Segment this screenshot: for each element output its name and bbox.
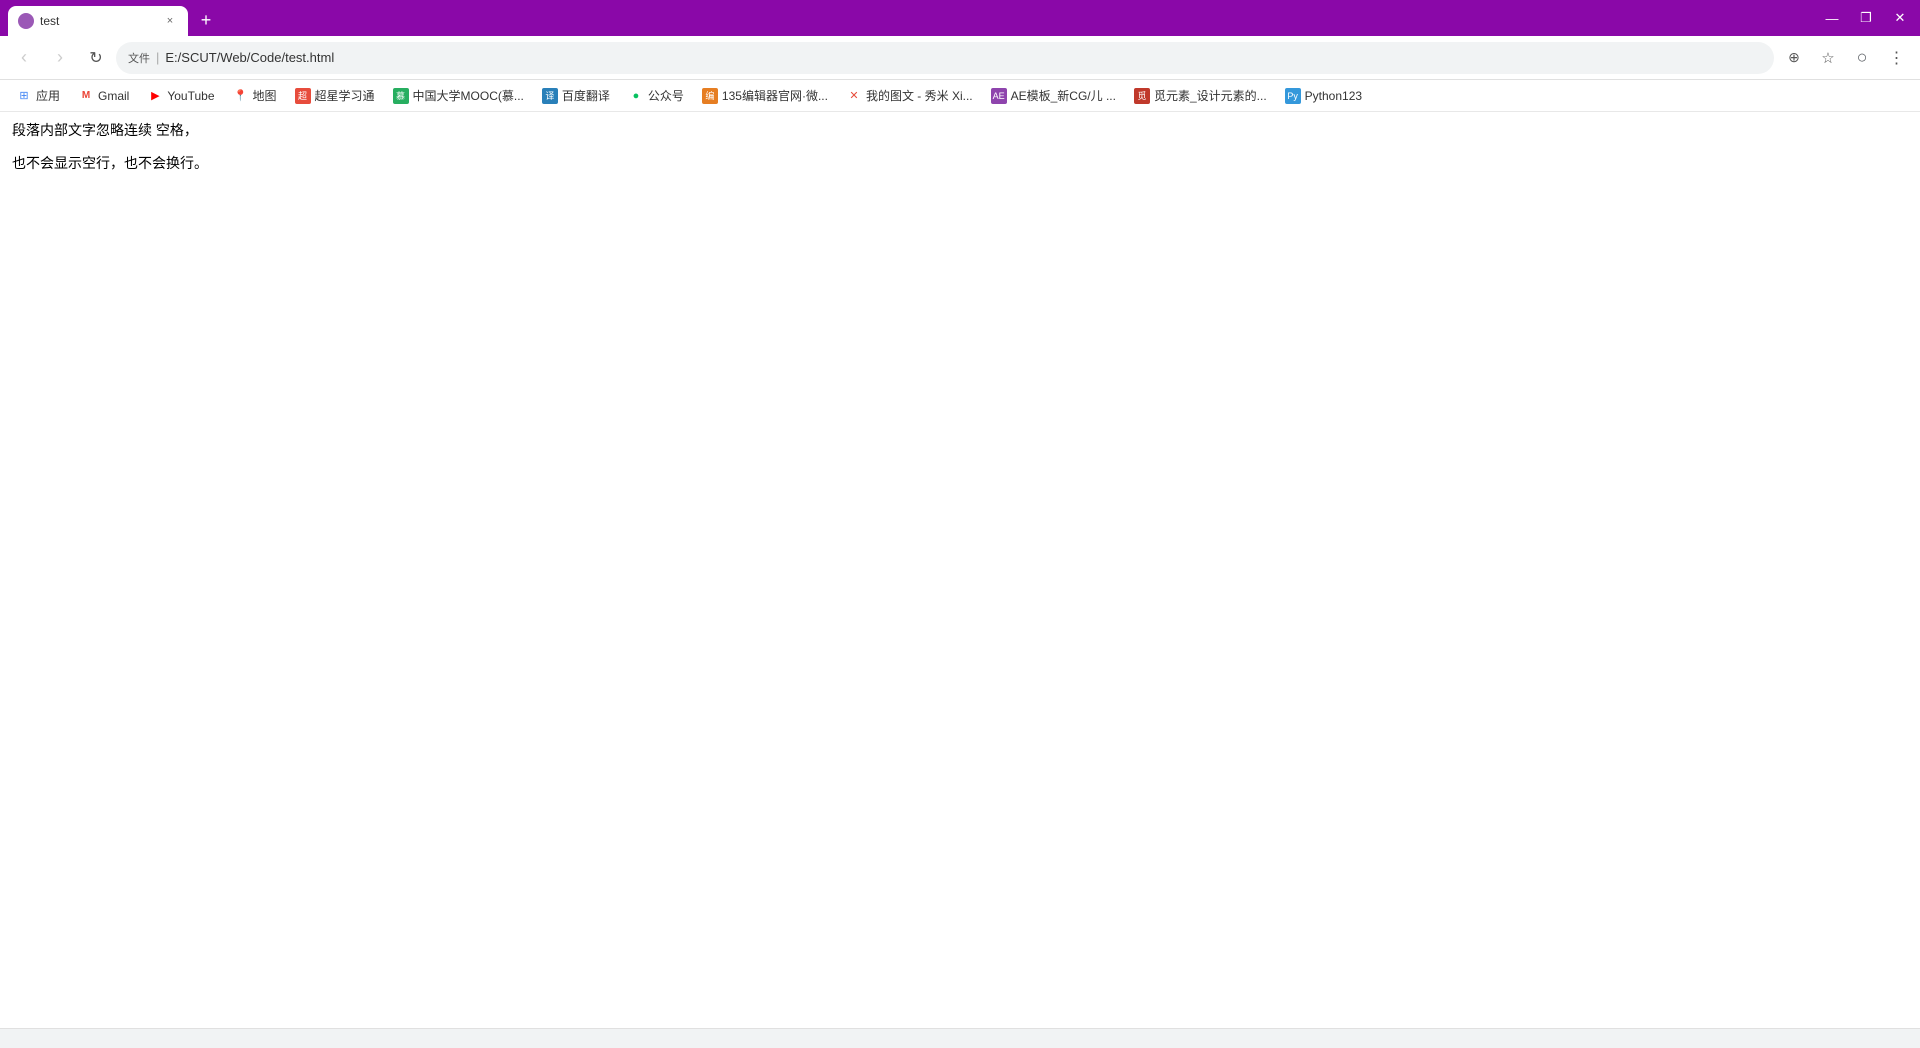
gongzhonghao-icon: ● xyxy=(628,88,644,104)
xiumi-icon: ✕ xyxy=(846,88,862,104)
refresh-button[interactable]: ↻ xyxy=(80,42,112,74)
bookmark-xiumi[interactable]: ✕ 我的图文 - 秀米 Xi... xyxy=(838,84,981,107)
bookmark-apps-label: 应用 xyxy=(36,87,60,104)
secure-icon: 文件 xyxy=(128,50,150,66)
maps-icon: 📍 xyxy=(233,88,249,104)
active-tab[interactable]: test × xyxy=(8,6,188,36)
bookmark-yuansu[interactable]: 觅 觅元素_设计元素的... xyxy=(1126,84,1275,107)
tab-close-button[interactable]: × xyxy=(162,13,178,29)
bookmark-ae-templates[interactable]: AE AE模板_新CG/儿 ... xyxy=(983,84,1124,107)
address-separator: | xyxy=(156,50,159,65)
apps-icon: ⊞ xyxy=(16,88,32,104)
bookmark-yuansu-label: 觅元素_设计元素的... xyxy=(1154,87,1267,104)
tab-strip: test × + xyxy=(0,0,220,36)
bookmark-python123[interactable]: Py Python123 xyxy=(1277,85,1370,107)
minimize-button[interactable]: — xyxy=(1816,4,1848,32)
forward-button[interactable]: › xyxy=(44,42,76,74)
bookmark-youtube[interactable]: ▶ YouTube xyxy=(139,85,222,107)
back-button[interactable]: ‹ xyxy=(8,42,40,74)
bookmark-gmail-label: Gmail xyxy=(98,89,129,103)
bookmark-chaoxing[interactable]: 超 超星学习通 xyxy=(287,84,383,107)
bookmark-baidu-translate[interactable]: 译 百度翻译 xyxy=(534,84,618,107)
browser-window: test × + — ❐ ✕ ‹ › ↻ 文件 | E:/SCUT/Web/Co… xyxy=(0,0,1920,1048)
forward-icon: › xyxy=(57,47,63,68)
bookmark-mooc-label: 中国大学MOOC(慕... xyxy=(413,87,524,104)
profile-icon: ○ xyxy=(1857,47,1868,68)
baidu-translate-icon: 译 xyxy=(542,88,558,104)
python123-icon: Py xyxy=(1285,88,1301,104)
editor135-icon: 编 xyxy=(702,88,718,104)
menu-icon: ⋮ xyxy=(1889,48,1904,68)
bookmark-maps-label: 地图 xyxy=(253,87,277,104)
star-icon: ☆ xyxy=(1821,49,1834,67)
bookmark-ae-templates-label: AE模板_新CG/儿 ... xyxy=(1011,87,1116,104)
maximize-button[interactable]: ❐ xyxy=(1850,4,1882,32)
page-line1: 段落内部文字忽略连续 空格， xyxy=(12,120,1908,141)
page-content: 段落内部文字忽略连续 空格， 也不会显示空行，也不会换行。 xyxy=(0,112,1920,1028)
bookmark-editor135-label: 135编辑器官网·微... xyxy=(722,87,828,104)
tab-favicon xyxy=(18,13,34,29)
bookmark-editor135[interactable]: 编 135编辑器官网·微... xyxy=(694,84,836,107)
bookmark-gongzhonghao[interactable]: ● 公众号 xyxy=(620,84,692,107)
bookmark-apps[interactable]: ⊞ 应用 xyxy=(8,84,68,107)
bookmark-chaoxing-label: 超星学习通 xyxy=(315,87,375,104)
window-controls: — ❐ ✕ xyxy=(1816,4,1920,32)
bookmark-gmail[interactable]: M Gmail xyxy=(70,85,137,107)
bookmark-youtube-label: YouTube xyxy=(167,89,214,103)
statusbar xyxy=(0,1028,1920,1048)
translate-icon: ⊕ xyxy=(1788,49,1800,66)
youtube-icon: ▶ xyxy=(147,88,163,104)
bookmark-python123-label: Python123 xyxy=(1305,89,1362,103)
tab-title: test xyxy=(40,14,156,28)
bookmark-mooc[interactable]: 慕 中国大学MOOC(慕... xyxy=(385,84,532,107)
close-button[interactable]: ✕ xyxy=(1884,4,1916,32)
yuansu-icon: 觅 xyxy=(1134,88,1150,104)
menu-button[interactable]: ⋮ xyxy=(1880,42,1912,74)
titlebar: test × + — ❐ ✕ xyxy=(0,0,1920,36)
address-text: E:/SCUT/Web/Code/test.html xyxy=(165,50,1762,65)
gmail-icon: M xyxy=(78,88,94,104)
ae-templates-icon: AE xyxy=(991,88,1007,104)
back-icon: ‹ xyxy=(21,47,27,68)
address-bar[interactable]: 文件 | E:/SCUT/Web/Code/test.html xyxy=(116,42,1774,74)
mooc-icon: 慕 xyxy=(393,88,409,104)
new-tab-button[interactable]: + xyxy=(192,6,220,34)
bookmark-xiumi-label: 我的图文 - 秀米 Xi... xyxy=(866,87,973,104)
chaoxing-icon: 超 xyxy=(295,88,311,104)
bookmark-baidu-translate-label: 百度翻译 xyxy=(562,87,610,104)
bookmark-button[interactable]: ☆ xyxy=(1812,42,1844,74)
translate-button[interactable]: ⊕ xyxy=(1778,42,1810,74)
navbar: ‹ › ↻ 文件 | E:/SCUT/Web/Code/test.html ⊕ … xyxy=(0,36,1920,80)
bookmarks-bar: ⊞ 应用 M Gmail ▶ YouTube 📍 地图 超 超星学习通 慕 中国… xyxy=(0,80,1920,112)
nav-right-buttons: ⊕ ☆ ○ ⋮ xyxy=(1778,42,1912,74)
bookmark-maps[interactable]: 📍 地图 xyxy=(225,84,285,107)
bookmark-gongzhonghao-label: 公众号 xyxy=(648,87,684,104)
profile-button[interactable]: ○ xyxy=(1846,42,1878,74)
refresh-icon: ↻ xyxy=(89,48,102,68)
page-line2: 也不会显示空行，也不会换行。 xyxy=(12,153,1908,174)
